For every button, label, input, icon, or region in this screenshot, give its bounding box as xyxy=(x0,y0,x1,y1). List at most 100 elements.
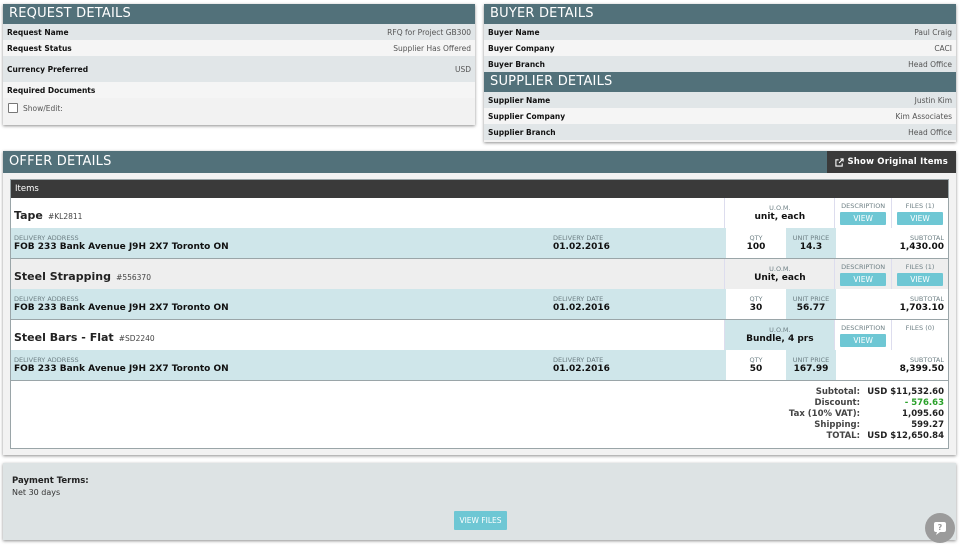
date-cell: DELIVERY DATE 01.02.2016 xyxy=(550,289,726,319)
qty-value: 30 xyxy=(749,303,763,313)
currency-row: Currency Preferred USD xyxy=(3,56,475,82)
address-value: FOB 233 Bank Avenue J9H 2X7 Toronto ON xyxy=(14,242,229,252)
subtotal-cell: SUBTOTAL 1,430.00 xyxy=(836,228,948,258)
address-label: DELIVERY ADDRESS xyxy=(14,234,79,242)
totals-block: Subtotal: Discount: Tax (10% VAT): Shipp… xyxy=(11,381,948,451)
label: Buyer Branch xyxy=(488,59,545,69)
qty-cell: QTY 100 xyxy=(726,228,786,258)
item-name-cell: Tape #KL2811 xyxy=(11,198,724,228)
description-view-button[interactable]: VIEW xyxy=(840,333,887,347)
items-header: Items xyxy=(11,180,948,198)
item-code: #KL2811 xyxy=(47,211,83,221)
supplier-company-row: Supplier Company Kim Associates xyxy=(484,108,956,124)
item-name: Steel Bars - Flat xyxy=(14,330,114,344)
discount-value: - 576.63 xyxy=(904,398,944,408)
description-label: DESCRIPTION xyxy=(841,262,886,271)
qty-value: 50 xyxy=(749,364,763,374)
qty-label: QTY xyxy=(749,356,763,364)
item-row: Tape #KL2811 U.O.M. unit, each DESCRIPTION V… xyxy=(11,198,948,259)
value: Supplier Has Offered xyxy=(393,43,471,53)
shipping-label: Shipping: xyxy=(814,420,860,430)
subtotal-cell: SUBTOTAL 1,703.10 xyxy=(836,289,948,319)
subtotal-label: Subtotal: xyxy=(815,387,860,397)
value: Head Office xyxy=(908,127,952,137)
label: Buyer Company xyxy=(488,43,555,53)
buyer-company-row: Buyer Company CACI xyxy=(484,40,956,56)
description-label: DESCRIPTION xyxy=(841,201,886,210)
value: RFQ for Project GB300 xyxy=(387,27,471,37)
view-files-button[interactable]: VIEW FILES xyxy=(454,511,507,530)
subtotal-value: 8,399.50 xyxy=(899,364,944,374)
description-cell: DESCRIPTION VIEW xyxy=(834,259,891,289)
qty-value: 100 xyxy=(746,242,766,252)
label: Buyer Name xyxy=(488,27,540,37)
address-label: DELIVERY ADDRESS xyxy=(14,356,79,364)
show-original-items-button[interactable]: Show Original Items xyxy=(827,151,956,173)
request-details-panel: REQUEST DETAILS Request Name RFQ for Proj… xyxy=(3,4,475,125)
item-row: Steel Strapping #556370 U.O.M. Unit, each D… xyxy=(11,259,948,320)
subtotal-value: USD $11,532.60 xyxy=(867,387,944,397)
date-cell: DELIVERY DATE 01.02.2016 xyxy=(550,228,726,258)
value: CACI xyxy=(934,43,952,53)
label: Currency Preferred xyxy=(7,64,89,74)
uom-value: Unit, each xyxy=(754,273,806,283)
description-view-button[interactable]: VIEW xyxy=(840,272,887,286)
date-value: 01.02.2016 xyxy=(553,303,610,313)
value: Justin Kim xyxy=(914,95,952,105)
supplier-details-title: SUPPLIER DETAILS xyxy=(484,72,956,92)
description-cell: DESCRIPTION VIEW xyxy=(834,320,891,350)
show-edit-label: Show/Edit: xyxy=(23,103,63,113)
subtotal-value: 1,430.00 xyxy=(899,242,944,252)
buyer-details-title: BUYER DETAILS xyxy=(484,4,956,24)
unit-price-label: UNIT PRICE xyxy=(792,295,830,303)
label: Request Name xyxy=(7,27,69,37)
subtotal-label: SUBTOTAL xyxy=(910,234,944,242)
offer-details-panel: OFFER DETAILS Show Original Items Items … xyxy=(3,151,956,455)
item-name-cell: Steel Strapping #556370 xyxy=(11,259,724,289)
subtotal-label: SUBTOTAL xyxy=(910,356,944,364)
value: USD xyxy=(454,64,471,74)
label: Supplier Company xyxy=(488,111,566,121)
totals-values: USD $11,532.60 - 576.63 1,095.60 599.27 … xyxy=(867,387,944,442)
payment-terms-label: Payment Terms: xyxy=(12,476,89,486)
address-cell: DELIVERY ADDRESS FOB 233 Bank Avenue J9H … xyxy=(11,289,550,319)
uom-value: unit, each xyxy=(754,212,806,222)
qty-label: QTY xyxy=(749,234,763,242)
address-label: DELIVERY ADDRESS xyxy=(14,295,79,303)
supplier-name-row: Supplier Name Justin Kim xyxy=(484,92,956,108)
date-label: DELIVERY DATE xyxy=(553,356,604,364)
address-cell: DELIVERY ADDRESS FOB 233 Bank Avenue J9H … xyxy=(11,228,550,258)
offer-title-text: OFFER DETAILS xyxy=(9,154,112,169)
address-cell: DELIVERY ADDRESS FOB 233 Bank Avenue J9H … xyxy=(11,350,550,380)
total-label: TOTAL: xyxy=(826,431,860,441)
date-label: DELIVERY DATE xyxy=(553,234,604,242)
checkbox-box[interactable] xyxy=(8,103,18,113)
files-cell: FILES (0) xyxy=(891,320,948,350)
files-view-button[interactable]: VIEW xyxy=(897,211,944,225)
totals-labels: Subtotal: Discount: Tax (10% VAT): Shipp… xyxy=(789,387,860,442)
address-value: FOB 233 Bank Avenue J9H 2X7 Toronto ON xyxy=(14,303,229,313)
svg-text:?: ? xyxy=(938,523,943,532)
discount-label: Discount: xyxy=(814,398,860,408)
files-view-button[interactable]: VIEW xyxy=(897,272,944,286)
item-code: #SD2240 xyxy=(118,333,155,343)
help-chat-icon[interactable]: ? xyxy=(925,513,955,543)
uom-label: U.O.M. xyxy=(769,265,791,273)
unit-price-value: 14.3 xyxy=(799,242,823,252)
item-row: Steel Bars - Flat #SD2240 U.O.M. Bundle, 4… xyxy=(11,320,948,381)
payment-terms-value: Net 30 days xyxy=(12,488,61,497)
show-edit-checkbox[interactable]: Show/Edit: xyxy=(3,98,475,118)
unit-price-cell: UNIT PRICE 167.99 xyxy=(786,350,836,380)
uom-label: U.O.M. xyxy=(769,204,791,212)
buyer-branch-row: Buyer Branch Head Office xyxy=(484,56,956,72)
subtotal-value: 1,703.10 xyxy=(899,303,944,313)
external-link-icon xyxy=(835,157,845,167)
description-view-button[interactable]: VIEW xyxy=(840,211,887,225)
unit-price-label: UNIT PRICE xyxy=(792,234,830,242)
uom-cell: U.O.M. unit, each xyxy=(724,198,834,228)
item-name: Steel Strapping xyxy=(14,269,111,283)
qty-cell: QTY 30 xyxy=(726,289,786,319)
request-name-row: Request Name RFQ for Project GB300 xyxy=(3,24,475,40)
files-label: FILES (1) xyxy=(905,262,935,271)
payment-terms-panel: Payment Terms: Net 30 days VIEW FILES ? xyxy=(3,463,956,543)
